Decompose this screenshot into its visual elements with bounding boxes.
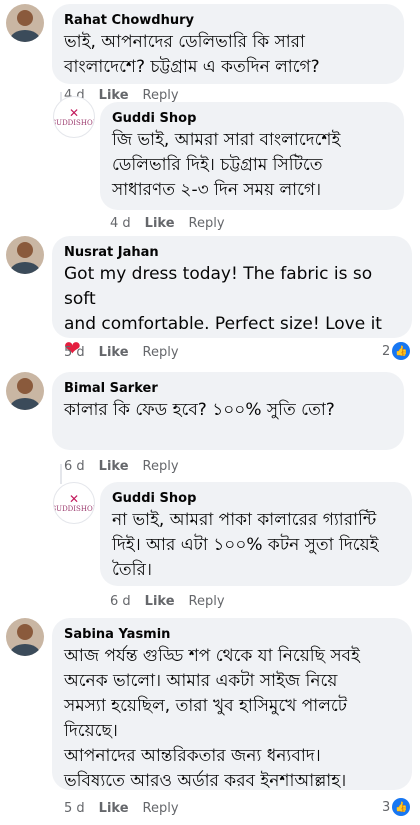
comment-author[interactable]: Bimal Sarker bbox=[64, 380, 392, 398]
reaction-count[interactable]: 3 👍 bbox=[382, 798, 411, 816]
comment-text: আজ পর্যন্ত গুড্ডি শপ থেকে যা নিয়েছি সবই… bbox=[64, 646, 360, 791]
comment-actions: 5 d Like Reply bbox=[64, 801, 179, 817]
avatar[interactable]: ✕ GUDDISHOP bbox=[53, 482, 95, 524]
shop-logo: ✕ GUDDISHOP bbox=[54, 492, 94, 513]
like-button[interactable]: Like bbox=[99, 801, 129, 817]
comment-author[interactable]: Rahat Chowdhury bbox=[64, 12, 392, 30]
comment-text: না ভাই, আমরা পাকা কালারের গ্যারান্টি দিই… bbox=[112, 510, 379, 580]
reply-button[interactable]: Reply bbox=[143, 345, 179, 361]
comment-time[interactable]: 6 d bbox=[110, 594, 131, 610]
avatar[interactable] bbox=[6, 372, 44, 410]
comment-actions: 6 d Like Reply bbox=[64, 459, 179, 475]
like-button[interactable]: Like bbox=[99, 345, 129, 361]
thumbs-up-icon: 👍 bbox=[392, 342, 411, 360]
like-button[interactable]: Like bbox=[145, 216, 175, 232]
comment-time[interactable]: 5 d bbox=[64, 345, 85, 361]
comment-actions: 5 d Like Reply bbox=[64, 345, 179, 361]
comment-bubble: Guddi Shop জি ভাই, আমরা সারা বাংলাদেশেই … bbox=[100, 102, 404, 210]
reaction-number: 2 bbox=[382, 343, 391, 359]
reply-button[interactable]: Reply bbox=[189, 216, 225, 232]
comment-author[interactable]: Guddi Shop bbox=[112, 110, 392, 128]
comment-author[interactable]: Guddi Shop bbox=[112, 490, 400, 508]
reaction-count[interactable]: 2 👍 bbox=[382, 342, 411, 360]
reply-button[interactable]: Reply bbox=[143, 459, 179, 475]
reply-button[interactable]: Reply bbox=[189, 594, 225, 610]
comment-author[interactable]: Nusrat Jahan bbox=[64, 244, 400, 262]
avatar[interactable] bbox=[6, 4, 44, 42]
comment-time[interactable]: 5 d bbox=[64, 801, 85, 817]
logo-mark-icon: ✕ bbox=[68, 492, 80, 506]
comment-author[interactable]: Sabina Yasmin bbox=[64, 626, 400, 644]
comment-bubble: Guddi Shop না ভাই, আমরা পাকা কালারের গ্য… bbox=[100, 482, 412, 586]
reaction-number: 3 bbox=[382, 799, 391, 815]
comment-bubble: Rahat Chowdhury ভাই, আপনাদের ডেলিভারি কি… bbox=[52, 4, 404, 84]
comment-bubble: Bimal Sarker কালার কি ফেড হবে? ১০০% সুতি… bbox=[52, 372, 404, 450]
comment-time[interactable]: 6 d bbox=[64, 459, 85, 475]
reply-button[interactable]: Reply bbox=[143, 801, 179, 817]
comment-bubble: Sabina Yasmin আজ পর্যন্ত গুড্ডি শপ থেকে … bbox=[52, 618, 412, 791]
thread-line bbox=[60, 464, 62, 484]
comment-time[interactable]: 4 d bbox=[110, 216, 131, 232]
comment-text: Got my dress today! The fabric is so sof… bbox=[64, 264, 382, 334]
comment-actions: 4 d Like Reply bbox=[110, 216, 225, 232]
comment-text: কালার কি ফেড হবে? ১০০% সুতি তো? bbox=[64, 400, 335, 420]
comment-bubble: Nusrat Jahan Got my dress today! The fab… bbox=[52, 236, 412, 359]
avatar[interactable] bbox=[6, 236, 44, 274]
like-button[interactable]: Like bbox=[145, 594, 175, 610]
comment-text: জি ভাই, আমরা সারা বাংলাদেশেই ডেলিভারি দি… bbox=[112, 130, 341, 200]
avatar[interactable] bbox=[6, 618, 44, 656]
comment-text: ভাই, আপনাদের ডেলিভারি কি সারা বাংলাদেশে?… bbox=[64, 32, 320, 77]
avatar[interactable]: ✕ GUDDISHOP bbox=[53, 96, 95, 138]
logo-mark-icon: ✕ bbox=[68, 106, 80, 120]
like-button[interactable]: Like bbox=[99, 459, 129, 475]
shop-logo: ✕ GUDDISHOP bbox=[54, 106, 94, 127]
comment-actions: 6 d Like Reply bbox=[110, 594, 225, 610]
thumbs-up-icon: 👍 bbox=[392, 798, 411, 816]
